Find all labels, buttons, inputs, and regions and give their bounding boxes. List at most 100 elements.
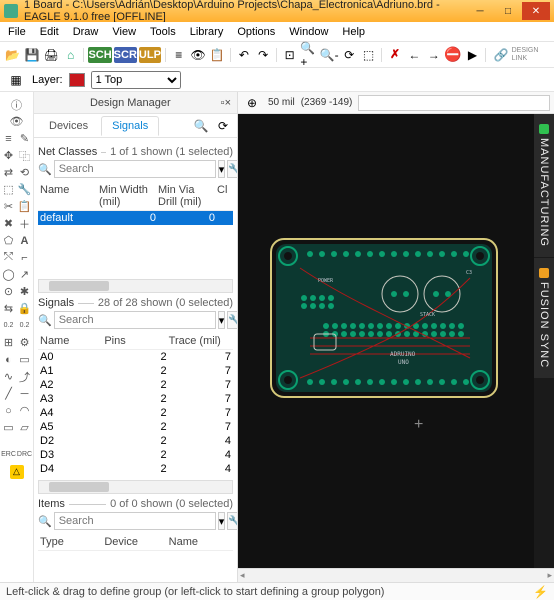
net-settings-button[interactable]: 🔧 <box>227 160 237 178</box>
circle-tool[interactable]: ○ <box>1 402 17 419</box>
via-tool[interactable]: ◯ <box>1 266 17 283</box>
col-sig-trace[interactable]: Trace (mil) <box>169 335 231 347</box>
minimize-button[interactable]: ─ <box>466 2 494 20</box>
attr-tool[interactable]: ⊞ <box>1 334 17 351</box>
text-tool[interactable]: A <box>17 232 33 249</box>
layers-tool[interactable]: ≡ <box>1 130 17 147</box>
grid-button[interactable]: ▦ <box>6 70 26 90</box>
undo-icon[interactable]: ↶ <box>235 45 252 65</box>
poly2-tool[interactable]: ▱ <box>17 419 33 436</box>
route2-tool[interactable]: ∿ <box>1 368 17 385</box>
col-cl[interactable]: Cl <box>217 184 231 208</box>
drc-tool[interactable]: DRC <box>17 446 33 463</box>
signal-tool[interactable]: ↗ <box>17 266 33 283</box>
replace-tool[interactable]: ⇆ <box>1 300 17 317</box>
signals-search-input[interactable] <box>54 311 216 329</box>
errors-tool[interactable]: △ <box>1 463 33 480</box>
dim1-tool[interactable]: 0.2 <box>1 317 17 334</box>
move-tool[interactable]: ✥ <box>1 147 17 164</box>
col-minw[interactable]: Min Width (mil) <box>99 184 156 208</box>
sch-button[interactable]: SCH <box>88 47 111 63</box>
ripup-tool[interactable]: ⤴ <box>17 368 33 385</box>
net-search-input[interactable] <box>54 160 216 178</box>
lock-tool[interactable]: 🔒 <box>17 300 33 317</box>
signal-row[interactable]: A227 <box>38 378 233 392</box>
go-icon[interactable]: ▶ <box>464 45 481 65</box>
tab-devices[interactable]: Devices <box>38 116 99 136</box>
group-tool[interactable]: ⬚ <box>1 181 17 198</box>
line-tool[interactable]: ─ <box>17 385 33 402</box>
wire-tool[interactable]: ╱ <box>1 385 17 402</box>
print-icon[interactable]: 🖨 <box>43 45 60 65</box>
items-filter-button[interactable]: ▾ <box>218 512 226 530</box>
col-name[interactable]: Name <box>40 184 97 208</box>
hole-tool[interactable]: ⊙ <box>1 283 17 300</box>
mirror-tool[interactable]: ⇄ <box>1 164 17 181</box>
paste-tool[interactable]: 📋 <box>17 198 33 215</box>
items-search-input[interactable] <box>54 512 216 530</box>
zoom-select-icon[interactable]: ⬚ <box>360 45 377 65</box>
dim2-tool[interactable]: 0.2 <box>17 317 33 334</box>
ulp-button[interactable]: ULP <box>139 47 161 63</box>
stop-icon[interactable]: ⛔ <box>444 45 461 65</box>
arrow-left-icon[interactable]: ← <box>406 45 423 65</box>
signal-row[interactable]: A127 <box>38 364 233 378</box>
eye-icon[interactable]: 👁 <box>189 45 206 65</box>
scr-button[interactable]: SCR <box>114 47 137 63</box>
route-tool[interactable]: ⌐ <box>17 249 33 266</box>
marker-icon[interactable]: ⊕ <box>242 93 262 113</box>
zoom-in-icon[interactable]: 🔍+ <box>300 45 317 65</box>
menu-view[interactable]: View <box>106 24 142 40</box>
col-item-type[interactable]: Type <box>40 536 102 548</box>
zoom-out-icon[interactable]: 🔍- <box>320 45 339 65</box>
col-item-device[interactable]: Device <box>104 536 166 548</box>
net-filter-button[interactable]: ▾ <box>218 160 226 178</box>
col-sig-pins[interactable]: Pins <box>104 335 166 347</box>
change-tool[interactable]: 🔧 <box>17 181 33 198</box>
close-button[interactable]: ✕ <box>522 2 550 20</box>
tab-signals[interactable]: Signals <box>101 116 159 136</box>
dm-close-button[interactable]: × <box>225 97 231 109</box>
signals-hscroll[interactable] <box>38 480 233 494</box>
signal-row[interactable]: A427 <box>38 406 233 420</box>
zoom-redraw-icon[interactable]: ⟳ <box>341 45 358 65</box>
cut-tool[interactable]: ✂ <box>1 198 17 215</box>
col-sig-name[interactable]: Name <box>40 335 102 347</box>
split-tool[interactable]: ⤲ <box>1 249 17 266</box>
cam-icon[interactable]: ⌂ <box>62 45 79 65</box>
redo-icon[interactable]: ↷ <box>255 45 272 65</box>
signals-filter-button[interactable]: ▾ <box>218 311 226 329</box>
signal-row[interactable]: A327 <box>38 392 233 406</box>
show-tool[interactable]: 👁 <box>1 113 33 130</box>
menu-window[interactable]: Window <box>283 24 334 40</box>
col-mvd[interactable]: Min Via Drill (mil) <box>158 184 215 208</box>
maximize-button[interactable]: □ <box>494 2 522 20</box>
canvas-hscroll[interactable]: ◂ ▸ <box>238 568 554 582</box>
dm-refresh-icon[interactable]: ⟳ <box>213 116 233 136</box>
signal-row[interactable]: D424 <box>38 462 233 476</box>
menu-library[interactable]: Library <box>184 24 230 40</box>
layers-icon[interactable]: ≡ <box>170 45 187 65</box>
manufacturing-tab[interactable]: MANUFACTURING <box>534 114 554 257</box>
sync-icon[interactable]: ⚡ <box>533 585 548 599</box>
open-icon[interactable]: 📂 <box>4 45 21 65</box>
pin-tool[interactable]: ◐ <box>1 351 17 368</box>
rect-tool[interactable]: ▭ <box>1 419 17 436</box>
signal-row[interactable]: A527 <box>38 420 233 434</box>
erc-tool[interactable]: ERC <box>1 446 17 463</box>
command-input[interactable] <box>358 95 550 111</box>
zoom-fit-icon[interactable]: ⊡ <box>281 45 298 65</box>
col-item-name[interactable]: Name <box>169 536 231 548</box>
board-canvas[interactable]: ADRUINO UNO POWER C3 STACK + <box>238 114 534 568</box>
layer-select[interactable]: 1 Top <box>91 71 181 89</box>
ratsnest-tool[interactable]: ✱ <box>17 283 33 300</box>
signals-settings-button[interactable]: 🔧 <box>227 311 237 329</box>
save-icon[interactable]: 💾 <box>23 45 40 65</box>
fusion-sync-tab[interactable]: FUSION SYNC <box>534 258 554 378</box>
arrow-right-icon[interactable]: → <box>425 45 442 65</box>
add-tool[interactable]: ＋ <box>17 215 33 232</box>
arc-tool[interactable]: ◠ <box>17 402 33 419</box>
signal-row[interactable]: D224 <box>38 434 233 448</box>
clipboard-icon[interactable]: 📋 <box>209 45 226 65</box>
mark-tool[interactable]: ✎ <box>17 130 33 147</box>
